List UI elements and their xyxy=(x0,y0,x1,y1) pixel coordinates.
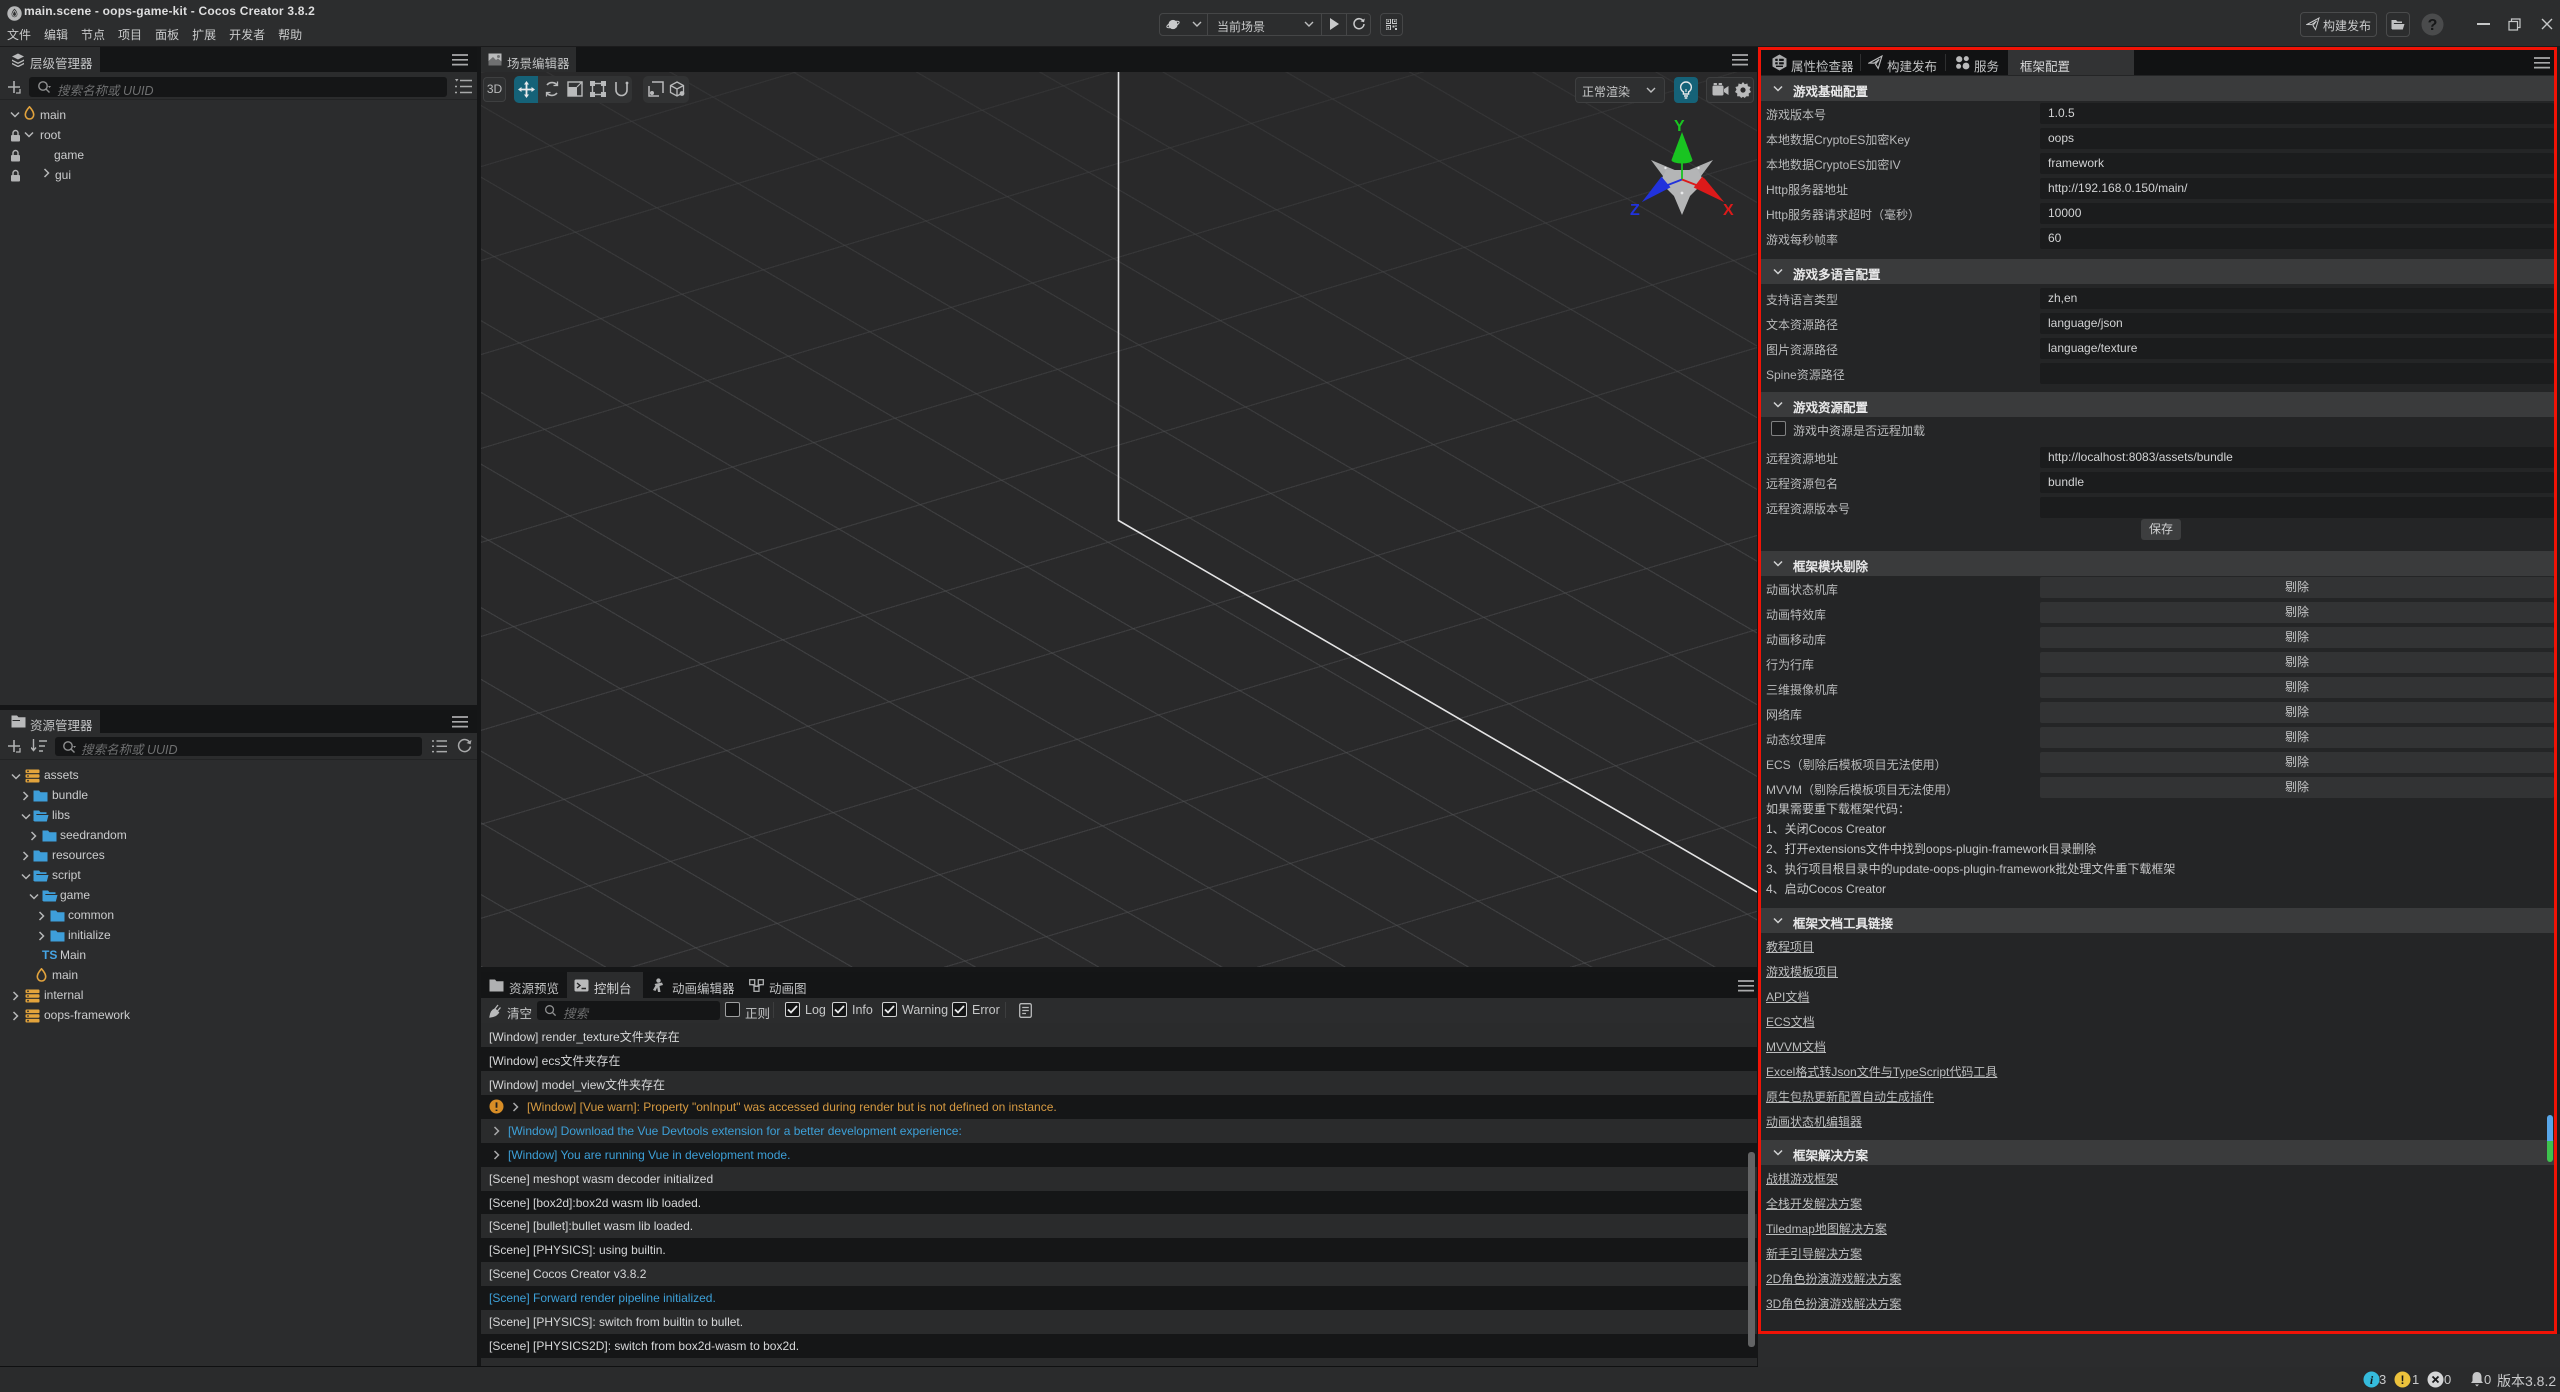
svg-text:Y: Y xyxy=(1674,118,1685,135)
svg-text:!: ! xyxy=(2401,1373,2405,1387)
svg-text:X: X xyxy=(1723,202,1734,218)
svg-text:?: ? xyxy=(2428,17,2438,34)
svg-text:Z: Z xyxy=(1630,202,1640,218)
